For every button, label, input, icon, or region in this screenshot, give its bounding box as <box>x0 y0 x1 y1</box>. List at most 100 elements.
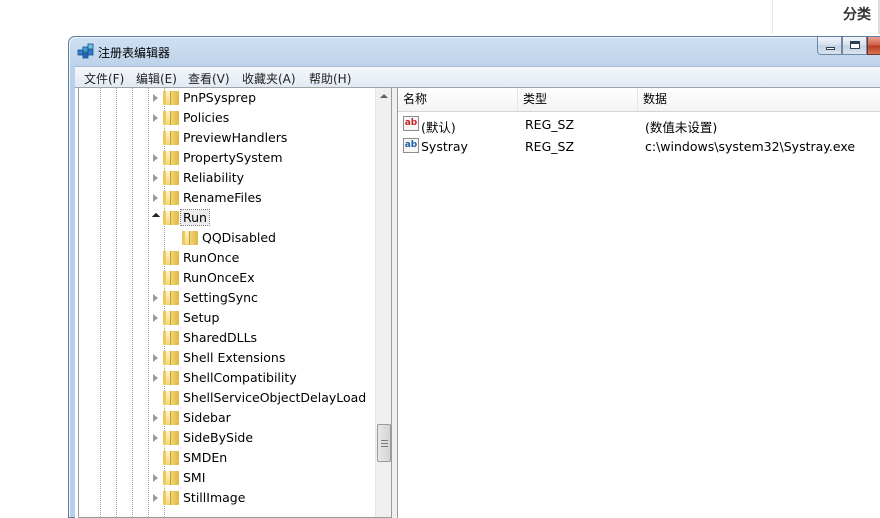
menu-help[interactable]: 帮助(H) <box>309 70 351 87</box>
tree-item[interactable]: Shell Extensions <box>79 348 374 368</box>
tree-item-label: Reliability <box>183 170 245 185</box>
string-value-icon: ab <box>403 138 419 153</box>
collapsed-arrow-icon[interactable] <box>153 94 158 102</box>
value-row-systray[interactable]: ab Systray REG_SZ c:\windows\system32\Sy… <box>398 135 880 157</box>
folder-icon <box>163 191 179 205</box>
scroll-thumb[interactable] <box>377 424 391 462</box>
tree-item-label: QQDisabled <box>202 230 276 245</box>
collapsed-arrow-icon[interactable] <box>153 474 158 482</box>
folder-icon <box>163 211 179 225</box>
scroll-up-button[interactable] <box>376 88 391 105</box>
tree-item[interactable]: SideBySide <box>79 428 374 448</box>
tree-item-label: SMDEn <box>183 450 228 465</box>
close-button[interactable] <box>867 37 880 55</box>
folder-icon <box>163 431 179 445</box>
values-list[interactable]: 名称 类型 数据 ab (默认) REG_SZ (数值未设置) ab Systr… <box>397 88 880 518</box>
collapsed-arrow-icon[interactable] <box>153 114 158 122</box>
tree-item[interactable]: Sidebar <box>79 408 374 428</box>
value-type: REG_SZ <box>525 117 575 132</box>
folder-icon <box>163 471 179 485</box>
value-data: c:\windows\system32\Systray.exe <box>645 139 856 154</box>
value-row-default[interactable]: ab (默认) REG_SZ (数值未设置) <box>398 113 880 135</box>
key-tree[interactable]: PnPSysprep Policies PreviewHandlers Propert… <box>78 88 392 518</box>
title-bar[interactable]: 注册表编辑器 <box>69 37 880 65</box>
collapsed-arrow-icon[interactable] <box>153 294 158 302</box>
collapsed-arrow-icon[interactable] <box>153 434 158 442</box>
tree-item-label: ShellCompatibility <box>183 370 297 385</box>
tree-item-label: Policies <box>183 110 230 125</box>
collapsed-arrow-icon[interactable] <box>153 494 158 502</box>
tree-item[interactable]: StillImage <box>79 488 374 508</box>
folder-icon <box>163 271 179 285</box>
tree-item[interactable]: SharedDLLs <box>79 328 374 348</box>
tree-item[interactable]: RenameFiles <box>79 188 374 208</box>
tree-item-label: SettingSync <box>183 290 258 305</box>
folder-icon <box>163 91 179 105</box>
tree-item-label: StillImage <box>183 490 246 505</box>
tree-item[interactable]: Setup <box>79 308 374 328</box>
menu-edit[interactable]: 编辑(E) <box>136 70 177 87</box>
folder-icon <box>163 171 179 185</box>
folder-icon <box>163 131 179 145</box>
tree-item-label: Run <box>180 209 210 226</box>
collapsed-arrow-icon[interactable] <box>153 414 158 422</box>
tree-item-label: SMI <box>183 470 206 485</box>
menu-file[interactable]: 文件(F) <box>84 70 124 87</box>
string-value-icon: ab <box>403 116 419 131</box>
tree-item-label: SideBySide <box>183 430 254 445</box>
expanded-arrow-icon[interactable] <box>151 212 161 222</box>
column-name[interactable]: 名称 <box>398 88 518 111</box>
tree-item[interactable]: ShellServiceObjectDelayLoad <box>79 388 374 408</box>
value-data: (数值未设置) <box>645 120 718 135</box>
folder-icon <box>163 371 179 385</box>
folder-icon <box>163 111 179 125</box>
value-name: Systray <box>421 139 468 154</box>
column-header-row: 名称 类型 数据 <box>398 88 880 112</box>
tree-item-label: PropertySystem <box>183 150 283 165</box>
value-type: REG_SZ <box>525 139 575 154</box>
collapsed-arrow-icon[interactable] <box>153 174 158 182</box>
tree-item[interactable]: Policies <box>79 108 374 128</box>
category-label: 分类 <box>843 7 871 23</box>
tree-item-label: RenameFiles <box>183 190 262 205</box>
tree-item[interactable]: SMDEn <box>79 448 374 468</box>
tree-item[interactable]: SettingSync <box>79 288 374 308</box>
column-type[interactable]: 类型 <box>518 88 638 111</box>
menu-bar: 文件(F) 编辑(E) 查看(V) 收藏夹(A) 帮助(H) <box>75 66 880 87</box>
collapsed-arrow-icon[interactable] <box>153 154 158 162</box>
collapsed-arrow-icon[interactable] <box>153 374 158 382</box>
collapsed-arrow-icon[interactable] <box>153 194 158 202</box>
tree-item-label: Setup <box>183 310 220 325</box>
tree-item[interactable]: PnPSysprep <box>79 88 374 108</box>
menu-view[interactable]: 查看(V) <box>188 70 230 87</box>
folder-icon <box>163 331 179 345</box>
tree-item-label: ShellServiceObjectDelayLoad <box>183 390 367 405</box>
tree-item[interactable]: Reliability <box>79 168 374 188</box>
tree-item[interactable]: RunOnce <box>79 248 374 268</box>
tree-item-label: RunOnceEx <box>183 270 255 285</box>
tree-item[interactable]: QQDisabled <box>79 228 374 248</box>
background-category-header: 分类 <box>772 0 880 34</box>
tree-item-label: Sidebar <box>183 410 231 425</box>
folder-icon <box>163 491 179 505</box>
tree-item-label: SharedDLLs <box>183 330 258 345</box>
folder-icon <box>163 451 179 465</box>
column-data[interactable]: 数据 <box>638 88 880 111</box>
maximize-button[interactable] <box>842 37 867 55</box>
folder-icon <box>163 291 179 305</box>
minimize-button[interactable] <box>817 37 842 55</box>
tree-item-label: PreviewHandlers <box>183 130 288 145</box>
tree-item[interactable]: Run <box>79 208 374 228</box>
tree-item-label: PnPSysprep <box>183 90 257 105</box>
tree-item[interactable]: RunOnceEx <box>79 268 374 288</box>
tree-item[interactable]: PreviewHandlers <box>79 128 374 148</box>
tree-item[interactable]: ShellCompatibility <box>79 368 374 388</box>
tree-scrollbar[interactable] <box>375 88 391 517</box>
tree-item[interactable]: SMI <box>79 468 374 488</box>
collapsed-arrow-icon[interactable] <box>153 314 158 322</box>
folder-icon <box>182 231 198 245</box>
menu-favorites[interactable]: 收藏夹(A) <box>242 70 296 87</box>
window-controls <box>817 37 880 57</box>
tree-item[interactable]: PropertySystem <box>79 148 374 168</box>
collapsed-arrow-icon[interactable] <box>153 354 158 362</box>
